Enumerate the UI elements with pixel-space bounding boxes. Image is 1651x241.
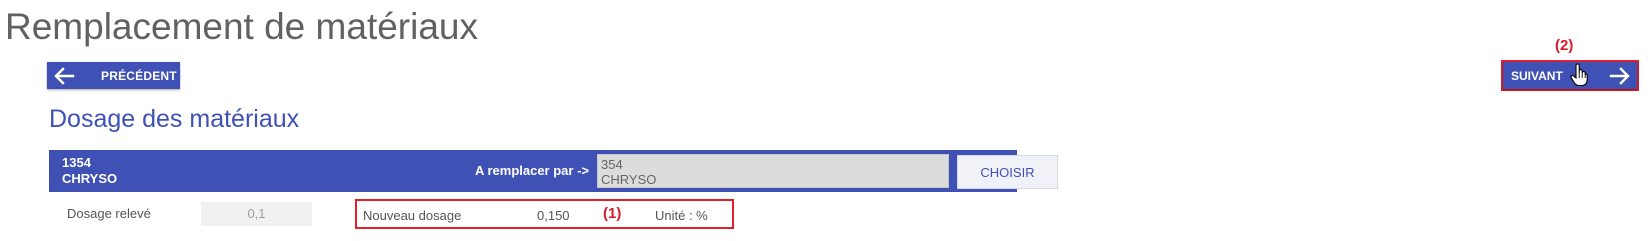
previous-button-label: PRÉCÉDENT xyxy=(101,69,177,83)
next-button-label: SUIVANT xyxy=(1511,69,1563,83)
page-title: Remplacement de matériaux xyxy=(5,6,478,47)
new-dosage-label: Nouveau dosage xyxy=(363,208,462,223)
current-material-name: CHRYSO xyxy=(62,171,118,186)
replacement-material-code: 354 xyxy=(601,157,623,172)
choose-button[interactable]: CHOISIR xyxy=(957,155,1058,189)
previous-button[interactable]: PRÉCÉDENT xyxy=(47,62,180,89)
annotation-marker-1: (1) xyxy=(603,205,622,222)
current-material-code: 1354 xyxy=(62,155,91,170)
section-title: Dosage des matériaux xyxy=(49,105,300,133)
replacement-material-name: CHRYSO xyxy=(601,172,657,187)
arrow-left-icon xyxy=(53,65,75,92)
measured-dosage-label: Dosage relevé xyxy=(67,206,151,221)
arrow-right-icon xyxy=(1609,65,1631,92)
dosage-unit-label: Unité : % xyxy=(655,208,708,223)
new-dosage-input[interactable]: 0,150 xyxy=(537,208,570,223)
material-replacement-bar: 1354 CHRYSO A remplacer par -> 354 CHRYS… xyxy=(49,150,1058,192)
measured-dosage-field: 0,1 xyxy=(201,202,312,226)
current-material: 1354 CHRYSO xyxy=(62,155,117,187)
replacement-material-field: 354 CHRYSO xyxy=(597,154,949,188)
hand-pointer-cursor-icon xyxy=(1570,63,1588,92)
replace-by-label: A remplacer par -> xyxy=(474,163,589,178)
annotation-marker-2: (2) xyxy=(1555,37,1574,54)
new-dosage-group: Nouveau dosage 0,150 (1) Unité : % xyxy=(355,199,734,229)
